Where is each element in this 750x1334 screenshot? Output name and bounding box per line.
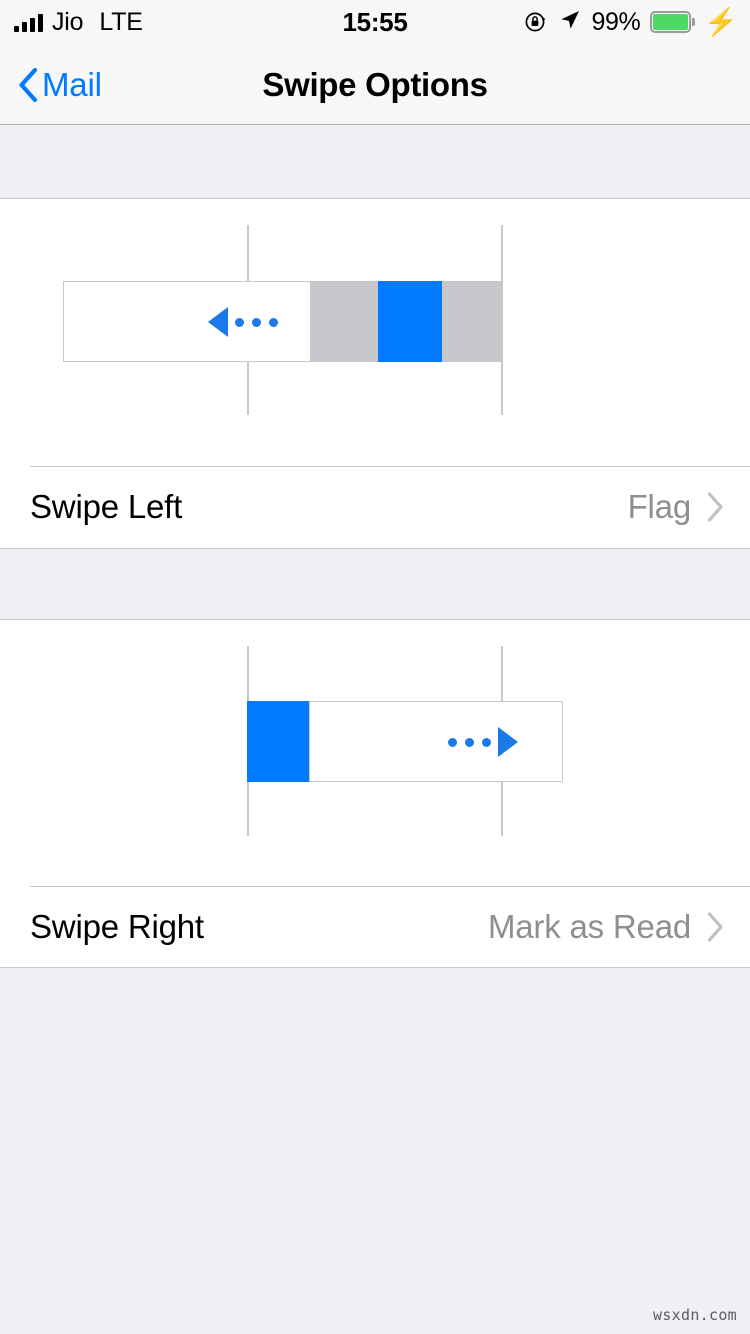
- swipe-right-action-strip: [247, 701, 310, 782]
- mail-row-preview: [309, 701, 563, 782]
- chevron-right-icon: [707, 492, 724, 522]
- swipe-left-action-strip: [310, 281, 502, 362]
- section-gap-top: [0, 126, 750, 199]
- swipe-left-row-label: Swipe Left: [30, 488, 183, 525]
- page-title: Swipe Options: [262, 65, 488, 103]
- status-bar-right: 99% ⚡: [524, 0, 738, 44]
- triangle-right-icon: [498, 727, 518, 757]
- swipe-right-row[interactable]: Swipe Right Mark as Read: [0, 887, 750, 967]
- chevron-right-icon: [707, 912, 724, 942]
- swipe-right-row-right: Mark as Read: [488, 908, 724, 946]
- triangle-left-icon: [208, 307, 228, 337]
- battery-percent-label: 99%: [591, 7, 641, 36]
- battery-icon: [650, 11, 696, 33]
- swipe-right-illustration: [0, 620, 750, 888]
- section-gap-middle: [0, 548, 750, 620]
- swipe-right-row-value: Mark as Read: [487, 908, 691, 945]
- watermark: wsxdn.com: [653, 1306, 737, 1324]
- ellipsis-dots-icon: [235, 317, 278, 327]
- swipe-right-arrow-indicator: [448, 727, 518, 757]
- swipe-left-section: Swipe Left Flag: [0, 199, 750, 548]
- navigation-bar: Mail Swipe Options: [0, 44, 750, 125]
- swipe-left-row-right: Flag: [628, 488, 724, 526]
- section-gap-bottom: [0, 967, 750, 1334]
- swipe-left-row-value: Flag: [627, 488, 692, 525]
- swipe-right-section: Swipe Right Mark as Read: [0, 620, 750, 967]
- mail-row-preview: [63, 281, 311, 362]
- lightning-bolt-icon: ⚡: [704, 6, 738, 37]
- ellipsis-dots-icon: [448, 737, 491, 747]
- swipe-left-row[interactable]: Swipe Left Flag: [0, 467, 750, 547]
- location-arrow-icon: [558, 8, 582, 37]
- iphone-screen: Jio LTE 15:55 99% ⚡ Mail Swipe Options S…: [0, 0, 750, 1334]
- status-bar: Jio LTE 15:55 99% ⚡: [0, 0, 750, 44]
- swipe-left-arrow-indicator: [208, 307, 278, 337]
- swipe-right-row-label: Swipe Right: [30, 908, 204, 945]
- swipe-left-illustration: [0, 199, 750, 467]
- rotation-lock-icon: [524, 10, 548, 34]
